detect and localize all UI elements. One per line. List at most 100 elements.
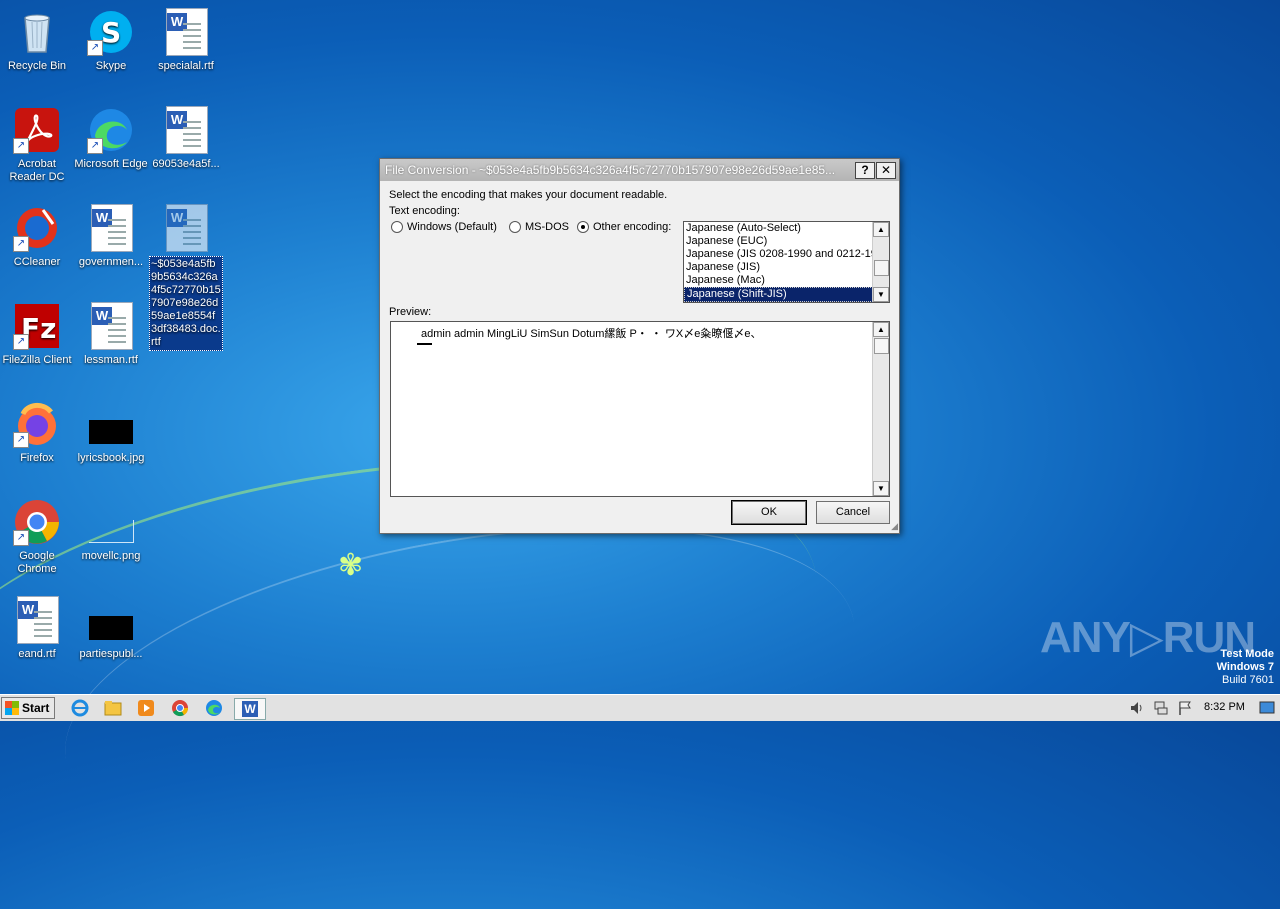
dialog-titlebar[interactable]: File Conversion - ~$053e4a5fb9b5634c326a… [380,159,899,181]
word-document-icon: W [162,8,210,56]
skype-icon: S ↗ [87,8,135,56]
desktop-icon-partiespubl[interactable]: partiespubl... [74,596,148,661]
icon-label: 69053e4a5f... [152,158,220,170]
action-center-flag-icon[interactable] [1174,698,1196,718]
shortcut-arrow-icon: ↗ [13,138,29,154]
desktop-icon-ccleaner[interactable]: ↗ CCleaner [0,204,74,269]
encoding-option[interactable]: Japanese (EUC) [684,235,889,248]
desktop-icon-skype[interactable]: S ↗ Skype [74,8,148,73]
scroll-thumb[interactable] [874,260,889,276]
ok-button[interactable]: OK [731,500,807,525]
resize-grip-icon[interactable]: ◢ [891,521,898,532]
encoding-listbox[interactable]: Japanese (Auto-Select) Japanese (EUC) Ja… [683,221,890,303]
desktop-icon-lessman[interactable]: W lessman.rtf [74,302,148,367]
start-button[interactable]: Start [1,697,55,719]
radio-label: Other encoding: [593,221,672,233]
dialog-title: File Conversion - ~$053e4a5fb9b5634c326a… [385,163,836,177]
network-icon[interactable] [1150,698,1172,718]
encoding-option[interactable]: Japanese (JIS) [684,261,889,274]
file-explorer-icon[interactable] [102,698,124,718]
edge-taskbar-icon[interactable] [203,698,225,718]
acrobat-icon: ↗ [13,106,61,154]
text-cursor [417,343,432,345]
encoding-option-selected[interactable]: Japanese (Shift-JIS) [684,287,889,302]
radio-dot [391,221,403,233]
encoding-option[interactable]: Japanese (JIS 0208-1990 and 0212-19 [684,248,889,261]
firefox-icon: ↗ [13,400,61,448]
recycle-bin-icon [13,8,61,56]
encoding-option[interactable]: Japanese (Mac) [684,274,889,287]
desktop-icon-lyricsbook[interactable]: lyricsbook.jpg [74,400,148,465]
show-desktop-icon[interactable] [1258,698,1276,718]
preview-box[interactable]: admin admin MingLiU SimSun Dotum縲飯 P・ ・ … [390,321,890,497]
image-thumbnail-icon [87,498,135,546]
desktop-icon-acrobat[interactable]: ↗ Acrobat Reader DC [0,106,74,184]
icon-label: eand.rtf [18,648,56,660]
text-encoding-label: Text encoding: [389,205,460,217]
preview-label: Preview: [389,306,432,318]
desktop-icon-filezilla[interactable]: Fz ↗ FileZilla Client [0,302,74,367]
scroll-up-arrow-icon[interactable]: ▲ [873,322,889,337]
encoding-scrollbar[interactable]: ▲ ▼ [872,222,889,302]
taskbar: Start W 8:32 PM [0,694,1280,721]
wallpaper-logo: ✾ [338,549,364,582]
shortcut-arrow-icon: ↗ [87,138,103,154]
desktop-icon-firefox[interactable]: ↗ Firefox [0,400,74,465]
chrome-taskbar-icon[interactable] [169,698,191,718]
icon-label: FileZilla Client [2,354,72,366]
word-document-icon: W [162,106,210,154]
desktop-icon-movellc[interactable]: movellc.png [74,498,148,563]
desktop-icon-eand-rtf[interactable]: W eand.rtf [0,596,74,661]
desktop-icon-specialal[interactable]: W specialal.rtf [149,8,223,73]
volume-icon[interactable] [1126,698,1148,718]
instruction-text: Select the encoding that makes your docu… [389,189,668,201]
radio-windows-default[interactable]: Windows (Default) [391,221,497,233]
encoding-option[interactable]: Japanese (Auto-Select) [684,222,889,235]
radio-label: MS-DOS [525,221,569,233]
file-conversion-dialog: File Conversion - ~$053e4a5fb9b5634c326a… [379,158,900,534]
scroll-down-arrow-icon[interactable]: ▼ [873,481,889,496]
preview-scrollbar[interactable]: ▲ ▼ [872,322,889,496]
shortcut-arrow-icon: ↗ [13,432,29,448]
radio-label: Windows (Default) [407,221,497,233]
scroll-down-arrow-icon[interactable]: ▼ [873,287,889,302]
desktop-icon-recycle-bin[interactable]: Recycle Bin [0,8,74,73]
radio-dot [509,221,521,233]
internet-explorer-icon[interactable] [69,698,91,718]
build-line: Build 7601 [1222,674,1274,686]
desktop-icon-69053e4a5f[interactable]: W 69053e4a5f... [149,106,223,171]
radio-ms-dos[interactable]: MS-DOS [509,221,569,233]
image-thumbnail-icon [87,400,135,448]
shortcut-arrow-icon: ↗ [13,530,29,546]
icon-label: specialal.rtf [158,60,214,72]
desktop-icon-temp-doc-selected[interactable]: W ~$053e4a5fb9b5634c326a4f5c72770b157907… [149,204,223,351]
close-button[interactable]: ✕ [876,162,896,179]
word-taskbar-button[interactable]: W [234,698,266,720]
radio-other-encoding[interactable]: Other encoding: [577,221,671,233]
word-document-icon: W [13,596,61,644]
taskbar-clock[interactable]: 8:32 PM [1204,701,1245,713]
desktop-icon-governmen[interactable]: W governmen... [74,204,148,269]
icon-label: Acrobat Reader DC [9,158,65,183]
start-label: Start [22,701,50,715]
shortcut-arrow-icon: ↗ [13,236,29,252]
icon-label: lessman.rtf [84,354,138,366]
scroll-up-arrow-icon[interactable]: ▲ [873,222,889,237]
shortcut-arrow-icon: ↗ [13,334,29,350]
icon-label: Firefox [20,452,54,464]
scroll-thumb[interactable] [874,338,889,354]
word-document-icon: W [87,204,135,252]
filezilla-icon: Fz ↗ [13,302,61,350]
cancel-button[interactable]: Cancel [816,501,890,524]
desktop-icon-edge[interactable]: ↗ Microsoft Edge [74,106,148,171]
media-player-icon[interactable] [135,698,157,718]
word-document-icon: W [87,302,135,350]
icon-label: Google Chrome [17,550,57,575]
word-icon: W [242,701,258,717]
help-button[interactable]: ? [855,162,875,179]
image-thumbnail-icon [87,596,135,644]
desktop-icon-chrome[interactable]: ↗ Google Chrome [0,498,74,576]
icon-label: Skype [95,60,127,72]
icon-label: movellc.png [81,550,141,562]
wallpaper-glow-2 [39,472,881,909]
